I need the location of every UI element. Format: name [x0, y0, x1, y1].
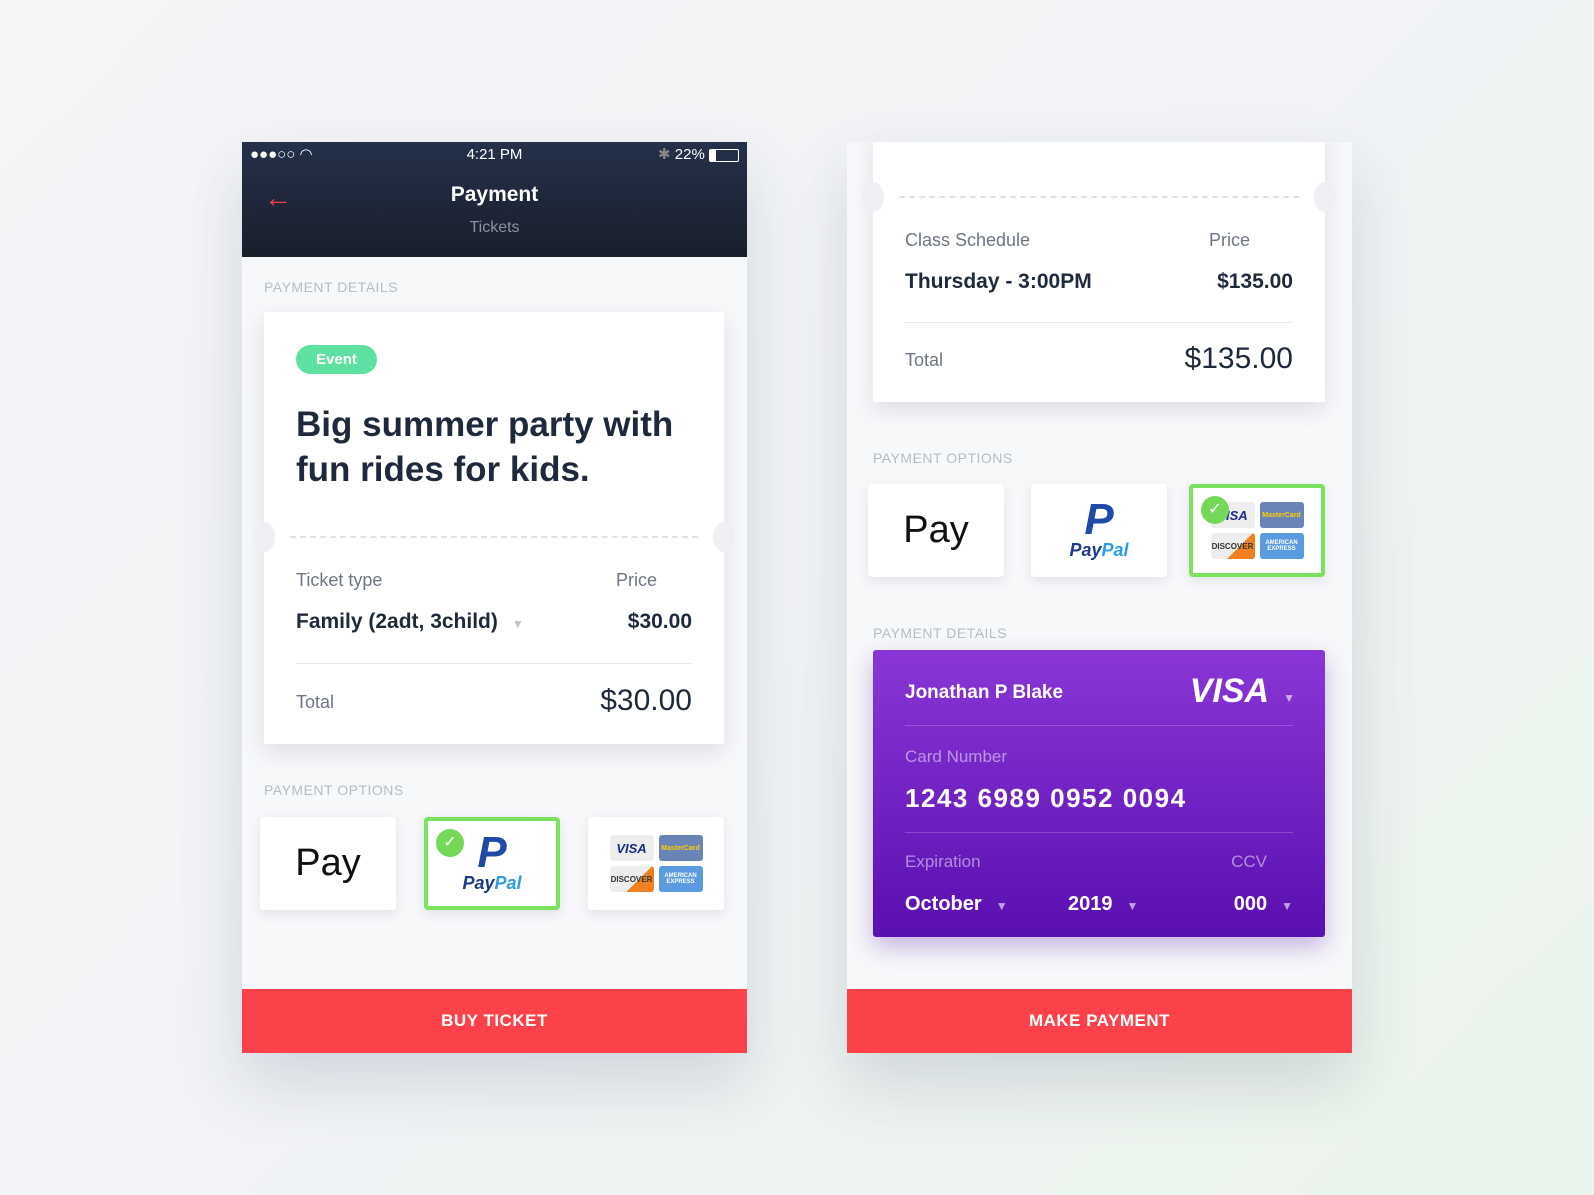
buy-ticket-button[interactable]: BUY TICKET — [242, 989, 747, 1053]
paypal-text: Pay — [1069, 540, 1102, 560]
mastercard-logo: MasterCard — [1259, 502, 1304, 528]
ticket-type-label: Ticket type — [296, 570, 383, 590]
apple-pay-logo: Pay — [903, 509, 969, 551]
schedule-label: Class Schedule — [905, 230, 1031, 250]
paypal-text: Pal — [1101, 540, 1129, 560]
ticket-divider — [290, 536, 698, 538]
ticket-payment-screen: ●●●○○ ◠ 4:21 PM ✱ 22% ← Payment Tickets … — [242, 142, 747, 1053]
ticket-type-select[interactable]: Family (2adt, 3child) ▼ — [296, 610, 524, 634]
chevron-down-icon: ▼ — [995, 899, 1008, 913]
year-select[interactable]: 2019 ▼ — [1068, 893, 1138, 916]
chevron-down-icon: ▼ — [1283, 691, 1295, 705]
check-icon: ✓ — [1201, 496, 1229, 524]
credit-card-form: Jonathan P Blake VISA ▼ Card Number 1243 … — [873, 650, 1325, 937]
ticket-notch — [862, 182, 884, 212]
ccv-value: 000 — [1233, 893, 1268, 915]
year-value: 2019 — [1068, 893, 1113, 915]
price-value: $30.00 — [627, 610, 692, 633]
paypal-option[interactable]: ✓ P PayPal — [424, 817, 560, 910]
back-arrow-icon[interactable]: ← — [264, 182, 292, 214]
ticket-divider — [899, 196, 1299, 198]
section-label: PAYMENT OPTIONS — [264, 782, 404, 798]
cardholder-name[interactable]: Jonathan P Blake — [905, 682, 1063, 704]
apple-pay-option[interactable]: Pay — [868, 484, 1004, 577]
month-select[interactable]: October ▼ — [905, 893, 1008, 916]
status-bar: ●●●○○ ◠ 4:21 PM ✱ 22% — [242, 142, 747, 166]
amex-logo: AMERICAN EXPRESS — [1259, 533, 1304, 559]
apple-pay-option[interactable]: Pay — [260, 817, 396, 910]
ticket-notch — [1314, 182, 1336, 212]
total-label: Total — [296, 692, 335, 712]
paypal-logo: P PayPal — [462, 828, 522, 894]
order-summary-card: Class Schedule Price Thursday - 3:00PM $… — [862, 142, 1336, 402]
check-icon: ✓ — [436, 829, 464, 857]
amex-logo: AMERICAN EXPRESS — [658, 866, 703, 892]
card-logos: VISA MasterCard DISCOVER AMERICAN EXPRES… — [609, 835, 703, 892]
visa-logo: VISA — [609, 835, 654, 861]
month-value: October — [905, 893, 982, 915]
total-value: $135.00 — [1184, 342, 1293, 375]
credit-card-option[interactable]: VISA MasterCard DISCOVER AMERICAN EXPRES… — [588, 817, 724, 910]
ccv-select[interactable]: 000 ▼ — [1234, 893, 1293, 916]
paypal-text: Pal — [494, 873, 522, 893]
visa-brand-logo: VISA — [1189, 672, 1270, 710]
discover-logo: DISCOVER — [609, 866, 654, 892]
mastercard-logo: MasterCard — [658, 835, 703, 861]
chevron-down-icon: ▼ — [1281, 899, 1293, 913]
event-badge: Event — [296, 345, 377, 374]
page-subtitle: Tickets — [469, 219, 520, 236]
ccv-label: CCV — [1231, 852, 1267, 871]
clock: 4:21 PM — [466, 146, 523, 163]
divider — [296, 663, 692, 664]
ticket-type-value: Family (2adt, 3child) — [296, 610, 498, 633]
total-label: Total — [905, 350, 944, 370]
price-value: $135.00 — [1217, 270, 1293, 293]
ticket-notch — [713, 522, 735, 552]
price-label: Price — [1209, 230, 1251, 250]
paypal-text: Pay — [462, 873, 495, 893]
card-brand-select[interactable]: VISA ▼ — [1190, 672, 1295, 711]
paypal-option[interactable]: P PayPal — [1031, 484, 1167, 577]
paypal-logo: P PayPal — [1069, 495, 1129, 561]
section-label: PAYMENT OPTIONS — [873, 450, 1013, 466]
make-payment-button[interactable]: MAKE PAYMENT — [847, 989, 1352, 1053]
credit-card-option[interactable]: ✓ VISA MasterCard DISCOVER AMERICAN EXPR… — [1189, 484, 1325, 577]
page-title: Payment — [450, 183, 539, 206]
apple-pay-logo: Pay — [295, 842, 361, 884]
ticket-card: Event Big summer party with fun rides fo… — [253, 312, 735, 744]
expiration-label: Expiration — [905, 852, 981, 871]
chevron-down-icon: ▼ — [511, 617, 524, 631]
discover-logo: DISCOVER — [1210, 533, 1255, 559]
section-label: PAYMENT DETAILS — [264, 279, 399, 295]
schedule-value: Thursday - 3:00PM — [905, 270, 1092, 293]
total-value: $30.00 — [600, 684, 692, 717]
divider — [905, 322, 1293, 323]
event-title: Big summer party with fun rides for kids… — [296, 405, 674, 489]
card-payment-screen: Class Schedule Price Thursday - 3:00PM $… — [847, 142, 1352, 1053]
section-label: PAYMENT DETAILS — [873, 625, 1008, 641]
card-number-input[interactable]: 1243 6989 0952 0094 — [905, 783, 1187, 814]
divider — [905, 725, 1293, 726]
nav-bar: ●●●○○ ◠ 4:21 PM ✱ 22% ← Payment Tickets — [242, 142, 747, 257]
chevron-down-icon: ▼ — [1126, 899, 1139, 913]
price-label: Price — [616, 570, 658, 590]
divider — [905, 832, 1293, 833]
card-number-label: Card Number — [905, 747, 1008, 766]
ticket-notch — [253, 522, 275, 552]
